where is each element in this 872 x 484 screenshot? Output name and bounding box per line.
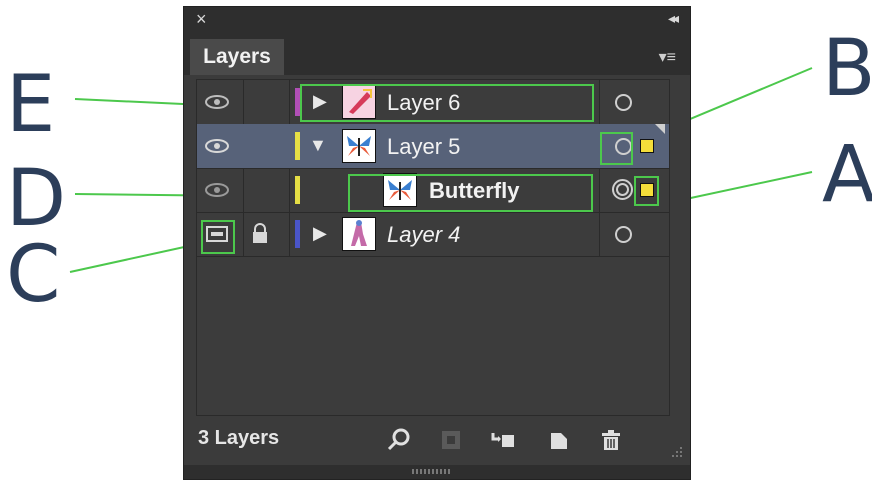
leader-c	[69, 243, 199, 273]
target-appearance-icon[interactable]	[612, 179, 633, 200]
highlight-b-target	[600, 132, 633, 165]
layers-panel: × ◂◂ Layers ▾≡ ▶ Layer 6 ▼ Layer 5 Butte…	[183, 6, 691, 480]
layer-color-swatch	[295, 132, 300, 160]
search-icon[interactable]	[386, 427, 412, 453]
callout-c: C	[6, 230, 61, 320]
layer-row-layer-5[interactable]: ▼ Layer 5	[197, 124, 669, 169]
selection-indicator[interactable]	[640, 139, 654, 153]
expand-triangle-icon[interactable]: ▶	[313, 223, 327, 244]
panel-tabstrip: Layers ▾≡	[184, 33, 690, 75]
highlight-a-selection	[634, 176, 659, 206]
collapse-icon[interactable]: ◂◂	[668, 10, 679, 27]
new-sublayer-icon[interactable]	[490, 427, 516, 453]
new-layer-icon[interactable]	[546, 427, 572, 453]
highlight-d-sublayer	[348, 174, 593, 212]
close-icon[interactable]: ×	[196, 9, 207, 30]
panel-titlebar: × ◂◂	[184, 7, 690, 33]
collapse-triangle-icon[interactable]: ▼	[309, 135, 327, 156]
callout-e: E	[6, 60, 56, 150]
eye-icon[interactable]	[203, 178, 231, 202]
panel-footer: 3 Layers	[184, 417, 690, 465]
target-icon[interactable]	[615, 226, 632, 243]
callout-b: B	[822, 24, 872, 114]
panel-menu-icon[interactable]: ▾≡	[659, 47, 676, 67]
current-layer-indicator-icon	[655, 124, 665, 134]
target-icon[interactable]	[615, 94, 632, 111]
layer-row-layer-4[interactable]: ▶ Layer 4	[197, 212, 669, 257]
layer-thumbnail	[342, 129, 376, 163]
layer-color-swatch	[295, 220, 300, 248]
lock-icon[interactable]	[250, 222, 270, 246]
layer-count: 3 Layers	[198, 427, 280, 449]
highlight-e-layer-name	[300, 84, 594, 122]
trash-icon[interactable]	[598, 427, 624, 453]
leader-a	[671, 171, 813, 203]
callout-d: D	[6, 154, 67, 244]
layer-name[interactable]: Layer 4	[387, 222, 460, 248]
highlight-c-template	[201, 220, 235, 254]
resize-grip-icon[interactable]	[668, 445, 684, 461]
drag-handle[interactable]	[412, 469, 452, 474]
eye-icon[interactable]	[203, 90, 231, 114]
eye-icon[interactable]	[203, 134, 231, 158]
panel-bottom-bar	[184, 465, 690, 479]
layer-color-swatch	[295, 176, 300, 204]
tab-layers[interactable]: Layers	[190, 39, 284, 75]
callout-a: A	[822, 130, 872, 220]
layer-name[interactable]: Layer 5	[387, 134, 460, 160]
clipping-mask-icon[interactable]	[438, 427, 464, 453]
layers-list: ▶ Layer 6 ▼ Layer 5 Butterfly ▶ Layer 4	[196, 79, 670, 416]
layer-thumbnail	[342, 217, 376, 251]
